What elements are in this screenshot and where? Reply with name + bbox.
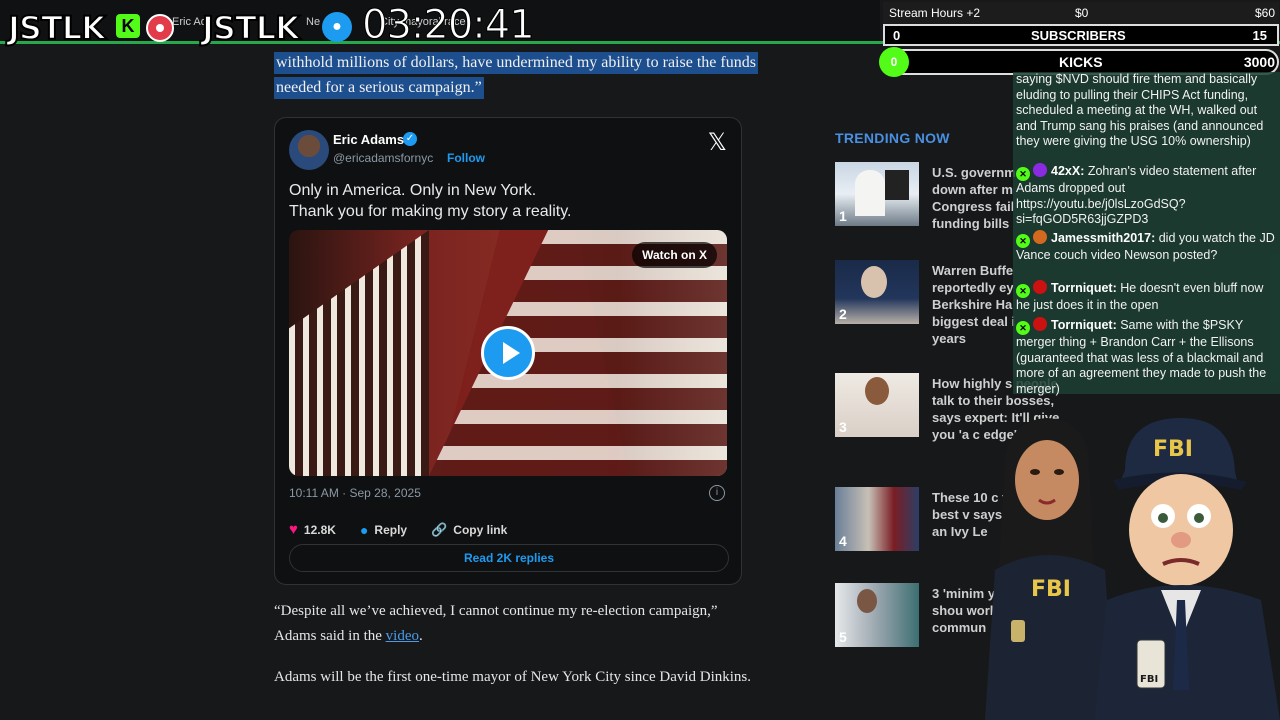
trending-rank: 2 (839, 306, 847, 322)
trending-item-2[interactable]: 2 Warren Buffe reportedly ey Berkshire H… (835, 260, 1035, 346)
fbi-characters-overlay: FBI FBI FBI (985, 418, 1280, 720)
video-frame-railing (289, 230, 429, 476)
moderator-x-badge-icon: ✕ (1016, 167, 1030, 181)
video-link[interactable]: video (386, 628, 419, 644)
tweet-timestamp[interactable]: 10:11 AM · Sep 28, 2025 (289, 486, 421, 500)
play-button-icon[interactable] (481, 326, 535, 380)
person-shape (857, 589, 877, 613)
user-avatar-icon (1033, 230, 1047, 244)
chat-message: ✕ Torrniquet: Same with the $PSKY merger … (1016, 317, 1278, 397)
verified-badge-icon: ✓ (403, 132, 417, 146)
chat-message: ✕ Torrniquet: He doesn't even bluff now h… (1016, 280, 1278, 314)
reply-bubble-icon: ● (359, 521, 369, 538)
chat-overlay: saying $NVD should fire them and basical… (1013, 72, 1280, 397)
chat-username[interactable]: Torrniquet: (1051, 281, 1117, 295)
browser-tab-title-2[interactable]: Ne (306, 16, 320, 28)
link-icon: 🔗 (431, 521, 448, 537)
moderator-x-badge-icon: ✕ (1016, 321, 1030, 335)
info-icon[interactable]: i (709, 485, 725, 501)
article-highlight-line-1: withhold millions of dollars, have under… (274, 52, 758, 74)
tweet-video[interactable]: Watch on X (289, 230, 727, 476)
capitol-shape (855, 170, 885, 216)
trending-rank: 1 (839, 208, 847, 224)
chat-username[interactable]: 42xX: (1051, 164, 1084, 178)
tweet-author-name[interactable]: Eric Adams (333, 132, 404, 147)
traffic-light-shape (885, 170, 909, 200)
stream-hours-goal: Stream Hours +2 $0 $60 (883, 2, 1279, 24)
person-shape (861, 266, 887, 298)
article-paragraph-1: “Despite all we’ve achieved, I cannot co… (274, 599, 718, 649)
kicks-label: KICKS (1059, 54, 1103, 70)
trending-thumbnail[interactable]: 1 (835, 162, 919, 226)
record-icon (146, 14, 174, 42)
trending-thumbnail[interactable]: 4 (835, 487, 919, 551)
reply-label: Reply (374, 522, 408, 537)
user-avatar-icon (1033, 280, 1047, 294)
article-paragraph-1-line-2: Adams said in the video. (274, 624, 718, 649)
money-max: $60 (1254, 6, 1275, 20)
reply-action[interactable]: ● Reply (360, 522, 407, 538)
chat-message: ✕ Jamessmith2017: did you watch the JD Va… (1016, 230, 1278, 264)
chat-message: ✕ 42xX: Zohran's video statement after Ad… (1016, 163, 1278, 228)
chat-message: saying $NVD should fire them and basical… (1016, 72, 1278, 150)
moderator-x-badge-icon: ✕ (1016, 234, 1030, 248)
trending-thumbnail[interactable]: 3 (835, 373, 919, 437)
like-action[interactable]: ♥ 12.8K (289, 521, 336, 538)
x-logo-icon[interactable]: 𝕏 (708, 128, 727, 157)
stream-hours-label: Stream Hours +2 (889, 6, 981, 20)
money-min: $0 (1075, 6, 1089, 20)
copy-link-action[interactable]: 🔗 Copy link (431, 522, 507, 538)
tweet-actions: ♥ 12.8K ● Reply 🔗 Copy link (289, 521, 507, 538)
tweet-author-handle[interactable]: @ericadamsfornyc (333, 151, 433, 165)
follow-button[interactable]: Follow (447, 151, 485, 165)
avatar[interactable] (289, 130, 329, 170)
fbi-cap-text: FBI (1153, 437, 1193, 462)
moderator-x-badge-icon: ✕ (1016, 284, 1030, 298)
trending-rank: 5 (839, 629, 847, 645)
man-agent-character: FBI FBI (1095, 418, 1280, 720)
stream-logo-right: JSTLK (201, 8, 301, 48)
tweet-text-line-1: Only in America. Only in New York. (289, 182, 537, 199)
tweet-text: Only in America. Only in New York. Thank… (289, 180, 571, 222)
embedded-tweet[interactable]: Eric Adams ✓ @ericadamsfornyc Follow 𝕏 O… (274, 117, 742, 585)
subs-goal: 15 (1252, 28, 1267, 43)
kicks-count: 0 (879, 47, 909, 77)
like-count: 12.8K (303, 522, 336, 537)
subs-count: 0 (893, 28, 901, 43)
chat-username[interactable]: Torrniquet: (1051, 318, 1117, 332)
kick-logo-icon: K (116, 14, 140, 38)
article-highlight-line-2: needed for a serious campaign.” (274, 77, 484, 99)
person-shape (865, 377, 889, 405)
fbi-jacket-text: FBI (1031, 577, 1071, 602)
trending-thumbnail[interactable]: 5 (835, 583, 919, 647)
para-text-end: . (418, 628, 423, 644)
chat-username[interactable]: Jamessmith2017: (1051, 231, 1155, 245)
trending-rank: 3 (839, 419, 847, 435)
trending-thumbnail[interactable]: 2 (835, 260, 919, 324)
article-paragraph-1-line-1: “Despite all we’ve achieved, I cannot co… (274, 603, 718, 619)
read-replies-button[interactable]: Read 2K replies (289, 544, 729, 572)
heart-icon: ♥ (289, 521, 298, 538)
chat-message-text: saying $NVD should fire them and basical… (1016, 72, 1264, 148)
subs-label: SUBSCRIBERS (1031, 28, 1126, 43)
watch-on-x-button[interactable]: Watch on X (632, 242, 717, 268)
stream-timer: 03:20:41 (362, 2, 536, 49)
tweet-text-line-2: Thank you for making my story a reality. (289, 203, 572, 220)
kicks-goal-value: 3000 (1243, 54, 1275, 70)
stream-logo-left: JSTLK (7, 8, 107, 48)
woman-agent-character: FBI (985, 418, 1115, 720)
user-avatar-icon (1033, 163, 1047, 177)
fbi-badge-text: FBI (1140, 674, 1158, 685)
para-text: Adams said in the (274, 628, 386, 644)
copy-link-label: Copy link (453, 522, 508, 537)
user-avatar-icon (1033, 317, 1047, 331)
trending-title: TRENDING NOW (835, 130, 950, 146)
goal-hud: Stream Hours +2 $0 $60 0 SUBSCRIBERS 15 … (879, 2, 1279, 77)
article-paragraph-2: Adams will be the first one-time mayor o… (274, 669, 752, 685)
twitter-bird-icon: ● (322, 12, 352, 42)
subscribers-goal: 0 SUBSCRIBERS 15 (883, 24, 1279, 46)
trending-item-1[interactable]: 1 U.S. governm down after m Congress fai… (835, 162, 1035, 242)
trending-rank: 4 (839, 533, 847, 549)
